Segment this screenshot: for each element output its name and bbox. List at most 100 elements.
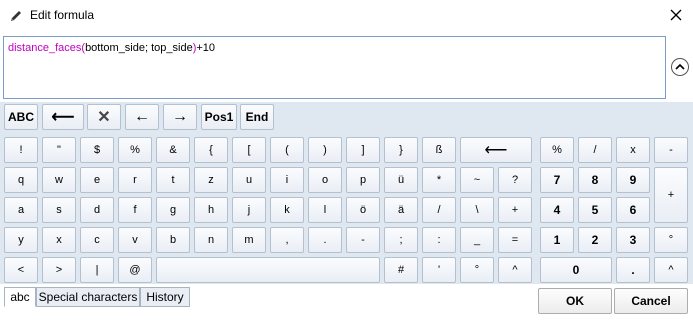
- key[interactable]: ': [422, 257, 456, 283]
- numpad-key[interactable]: 5: [578, 197, 612, 223]
- key[interactable]: t: [156, 167, 190, 193]
- end-button[interactable]: End: [240, 104, 274, 130]
- key[interactable]: n: [194, 227, 228, 253]
- numpad-key[interactable]: 6: [616, 197, 650, 223]
- numpad-key[interactable]: °: [654, 227, 688, 253]
- key[interactable]: h: [194, 197, 228, 223]
- key[interactable]: o: [308, 167, 342, 193]
- key[interactable]: :: [422, 227, 456, 253]
- key[interactable]: d: [80, 197, 114, 223]
- key[interactable]: ü: [384, 167, 418, 193]
- numpad-key[interactable]: %: [540, 137, 574, 163]
- key[interactable]: [: [232, 137, 266, 163]
- numpad-key[interactable]: 8: [578, 167, 612, 193]
- key[interactable]: \: [460, 197, 494, 223]
- key[interactable]: .: [308, 227, 342, 253]
- key[interactable]: l: [308, 197, 342, 223]
- numpad-key[interactable]: ^: [654, 257, 688, 283]
- key[interactable]: &: [156, 137, 190, 163]
- numpad-key[interactable]: 9: [616, 167, 650, 193]
- key[interactable]: w: [42, 167, 76, 193]
- backspace-key[interactable]: ⟵: [460, 137, 532, 163]
- key[interactable]: q: [4, 167, 38, 193]
- key[interactable]: ~: [460, 167, 494, 193]
- close-icon: [670, 9, 682, 24]
- abc-toggle-button[interactable]: ABC: [4, 104, 38, 130]
- key[interactable]: _: [460, 227, 494, 253]
- key[interactable]: y: [4, 227, 38, 253]
- title-bar: Edit formula: [0, 0, 693, 32]
- key[interactable]: ": [42, 137, 76, 163]
- formula-input[interactable]: distance_faces(bottom_side; top_side)+10: [3, 36, 666, 99]
- key[interactable]: %: [118, 137, 152, 163]
- key[interactable]: s: [42, 197, 76, 223]
- close-button[interactable]: [664, 4, 688, 28]
- key[interactable]: <: [4, 257, 38, 283]
- key[interactable]: {: [194, 137, 228, 163]
- key[interactable]: u: [232, 167, 266, 193]
- key[interactable]: ^: [498, 257, 532, 283]
- pos1-button[interactable]: Pos1: [201, 104, 237, 130]
- key[interactable]: z: [194, 167, 228, 193]
- key[interactable]: =: [498, 227, 532, 253]
- clear-button[interactable]: ✕: [87, 104, 121, 130]
- key[interactable]: r: [118, 167, 152, 193]
- key[interactable]: i: [270, 167, 304, 193]
- key[interactable]: (: [270, 137, 304, 163]
- numpad-key[interactable]: 3: [616, 227, 650, 253]
- key[interactable]: c: [80, 227, 114, 253]
- formula-function-name: distance_faces: [8, 42, 82, 54]
- numpad-key[interactable]: 1: [540, 227, 574, 253]
- key[interactable]: *: [422, 167, 456, 193]
- cursor-right-button[interactable]: →: [163, 104, 197, 130]
- key[interactable]: ?: [498, 167, 532, 193]
- tab-history[interactable]: History: [140, 287, 190, 307]
- key[interactable]: ;: [384, 227, 418, 253]
- key[interactable]: -: [346, 227, 380, 253]
- key[interactable]: e: [80, 167, 114, 193]
- key[interactable]: ]: [346, 137, 380, 163]
- key[interactable]: x: [42, 227, 76, 253]
- key[interactable]: $: [80, 137, 114, 163]
- key[interactable]: |: [80, 257, 114, 283]
- ok-button[interactable]: OK: [538, 288, 612, 314]
- key[interactable]: b: [156, 227, 190, 253]
- key[interactable]: f: [118, 197, 152, 223]
- tab-abc[interactable]: abc: [4, 287, 36, 307]
- numpad-key-zero[interactable]: 0: [540, 257, 612, 283]
- numpad-key[interactable]: -: [654, 137, 688, 163]
- numpad-key[interactable]: .: [616, 257, 650, 283]
- key[interactable]: m: [232, 227, 266, 253]
- key[interactable]: °: [460, 257, 494, 283]
- key[interactable]: ,: [270, 227, 304, 253]
- key[interactable]: !: [4, 137, 38, 163]
- numpad-plus-key[interactable]: +: [654, 167, 688, 223]
- key[interactable]: +: [498, 197, 532, 223]
- key[interactable]: k: [270, 197, 304, 223]
- key[interactable]: }: [384, 137, 418, 163]
- cursor-left-button[interactable]: ←: [125, 104, 159, 130]
- collapse-keyboard-button[interactable]: [671, 58, 689, 76]
- space-key[interactable]: [156, 257, 380, 283]
- numpad-key[interactable]: /: [578, 137, 612, 163]
- key[interactable]: v: [118, 227, 152, 253]
- key[interactable]: g: [156, 197, 190, 223]
- key[interactable]: @: [118, 257, 152, 283]
- key[interactable]: ): [308, 137, 342, 163]
- key[interactable]: ö: [346, 197, 380, 223]
- key[interactable]: /: [422, 197, 456, 223]
- key[interactable]: a: [4, 197, 38, 223]
- backspace-button[interactable]: ⟵: [42, 104, 84, 130]
- numpad-key[interactable]: 7: [540, 167, 574, 193]
- key[interactable]: ß: [422, 137, 456, 163]
- key[interactable]: p: [346, 167, 380, 193]
- key[interactable]: >: [42, 257, 76, 283]
- key[interactable]: ä: [384, 197, 418, 223]
- key[interactable]: j: [232, 197, 266, 223]
- tab-special-characters[interactable]: Special characters: [36, 287, 140, 307]
- numpad-key[interactable]: x: [616, 137, 650, 163]
- numpad-key[interactable]: 2: [578, 227, 612, 253]
- cancel-button[interactable]: Cancel: [614, 288, 688, 314]
- key[interactable]: #: [384, 257, 418, 283]
- numpad-key[interactable]: 4: [540, 197, 574, 223]
